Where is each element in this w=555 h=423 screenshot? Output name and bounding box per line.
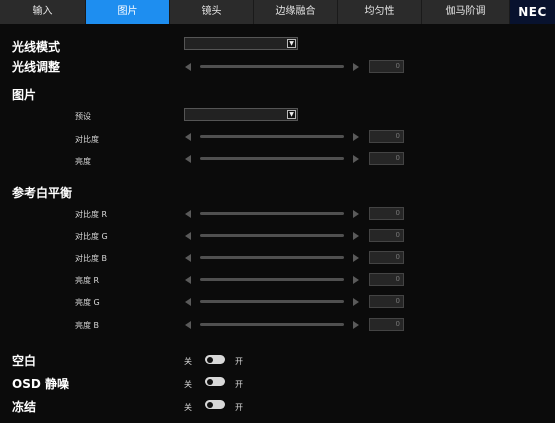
light-mode-dropdown[interactable]: ▼ — [184, 37, 298, 50]
wb-contrast-b-label: 对比度 B — [75, 254, 108, 263]
tab-gamma[interactable]: 伽马阶调 — [422, 0, 510, 24]
wb-brightness-r-label: 亮度 R — [75, 276, 100, 285]
settings-panel: 光线模式 ▼ 光线调整 0 图片 预设 ▼ 对比度 0 亮度 0 参考白平衡 对… — [0, 24, 555, 423]
tab-input[interactable]: 输入 — [0, 0, 86, 24]
nec-logo: NEC — [510, 0, 555, 24]
slider-value[interactable]: 0 — [369, 229, 404, 242]
toggle-on-label: 开 — [235, 380, 243, 389]
brightness-label: 亮度 — [75, 157, 91, 166]
light-adjust-slider[interactable]: 0 — [184, 60, 404, 73]
wb-brightness-g-slider[interactable]: 0 — [184, 295, 404, 308]
light-adjust-label: 光线调整 — [12, 60, 61, 74]
triangle-left-icon[interactable] — [185, 232, 191, 240]
osd-mute-label: OSD 静噪 — [12, 377, 69, 391]
wb-contrast-b-slider[interactable]: 0 — [184, 251, 404, 264]
blank-toggle[interactable] — [205, 355, 225, 364]
wb-brightness-r-slider[interactable]: 0 — [184, 273, 404, 286]
triangle-right-icon[interactable] — [353, 210, 359, 218]
triangle-left-icon[interactable] — [185, 63, 191, 71]
slider-track[interactable] — [200, 212, 344, 215]
slider-track[interactable] — [200, 135, 344, 138]
slider-value[interactable]: 0 — [369, 273, 404, 286]
slider-track[interactable] — [200, 65, 344, 68]
tab-uniformity[interactable]: 均匀性 — [338, 0, 422, 24]
triangle-left-icon[interactable] — [185, 210, 191, 218]
slider-track[interactable] — [200, 157, 344, 160]
slider-value[interactable]: 0 — [369, 251, 404, 264]
slider-value[interactable]: 0 — [369, 152, 404, 165]
tab-edge-blending[interactable]: 边缘融合 — [254, 0, 338, 24]
chevron-down-icon[interactable]: ▼ — [287, 110, 296, 119]
triangle-right-icon[interactable] — [353, 63, 359, 71]
slider-track[interactable] — [200, 300, 344, 303]
freeze-label: 冻结 — [12, 400, 37, 414]
triangle-left-icon[interactable] — [185, 254, 191, 262]
slider-value[interactable]: 0 — [369, 207, 404, 220]
tab-lens[interactable]: 镜头 — [170, 0, 254, 24]
tab-picture[interactable]: 图片 — [86, 0, 170, 24]
triangle-right-icon[interactable] — [353, 321, 359, 329]
triangle-right-icon[interactable] — [353, 133, 359, 141]
toggle-off-label: 关 — [184, 403, 192, 412]
triangle-left-icon[interactable] — [185, 298, 191, 306]
preset-dropdown[interactable]: ▼ — [184, 108, 298, 121]
slider-track[interactable] — [200, 256, 344, 259]
toggle-knob — [207, 401, 213, 408]
triangle-left-icon[interactable] — [185, 276, 191, 284]
wb-contrast-r-label: 对比度 R — [75, 210, 108, 219]
white-balance-heading: 参考白平衡 — [12, 186, 73, 200]
osd-mute-toggle[interactable] — [205, 377, 225, 386]
toggle-on-label: 开 — [235, 403, 243, 412]
picture-heading: 图片 — [12, 88, 37, 102]
triangle-right-icon[interactable] — [353, 276, 359, 284]
slider-value[interactable]: 0 — [369, 60, 404, 73]
preset-label: 预设 — [75, 112, 91, 121]
light-mode-label: 光线模式 — [12, 40, 61, 54]
slider-value[interactable]: 0 — [369, 130, 404, 143]
toggle-on-label: 开 — [235, 357, 243, 366]
freeze-toggle[interactable] — [205, 400, 225, 409]
toggle-knob — [207, 378, 213, 385]
toggle-off-label: 关 — [184, 380, 192, 389]
wb-contrast-g-slider[interactable]: 0 — [184, 229, 404, 242]
wb-brightness-g-label: 亮度 G — [75, 298, 100, 307]
slider-track[interactable] — [200, 323, 344, 326]
triangle-left-icon[interactable] — [185, 321, 191, 329]
slider-value[interactable]: 0 — [369, 295, 404, 308]
slider-track[interactable] — [200, 234, 344, 237]
wb-brightness-b-label: 亮度 B — [75, 321, 100, 330]
toggle-knob — [207, 356, 213, 363]
wb-contrast-g-label: 对比度 G — [75, 232, 108, 241]
contrast-slider[interactable]: 0 — [184, 130, 404, 143]
triangle-right-icon[interactable] — [353, 298, 359, 306]
triangle-right-icon[interactable] — [353, 232, 359, 240]
brightness-slider[interactable]: 0 — [184, 152, 404, 165]
slider-track[interactable] — [200, 278, 344, 281]
wb-contrast-r-slider[interactable]: 0 — [184, 207, 404, 220]
blank-label: 空白 — [12, 354, 37, 368]
tab-bar: 输入 图片 镜头 边缘融合 均匀性 伽马阶调 NEC — [0, 0, 555, 24]
contrast-label: 对比度 — [75, 135, 99, 144]
triangle-left-icon[interactable] — [185, 155, 191, 163]
chevron-down-icon[interactable]: ▼ — [287, 39, 296, 48]
wb-brightness-b-slider[interactable]: 0 — [184, 318, 404, 331]
triangle-left-icon[interactable] — [185, 133, 191, 141]
slider-value[interactable]: 0 — [369, 318, 404, 331]
toggle-off-label: 关 — [184, 357, 192, 366]
triangle-right-icon[interactable] — [353, 254, 359, 262]
triangle-right-icon[interactable] — [353, 155, 359, 163]
